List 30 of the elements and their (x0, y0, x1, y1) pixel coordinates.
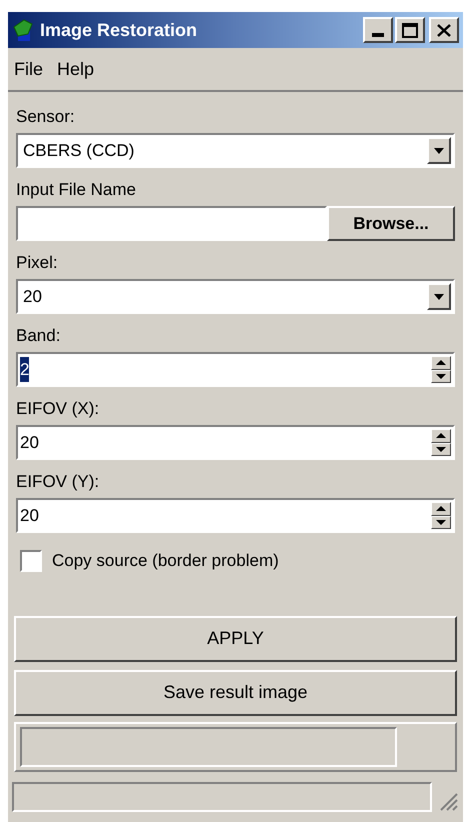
menu-item[interactable]: Help (57, 56, 94, 82)
field-label: EIFOV (X): (16, 399, 100, 419)
maximize-icon (402, 22, 418, 38)
spin-field[interactable]: 2 (16, 352, 455, 387)
minimize-icon (372, 33, 384, 37)
browse-button[interactable]: Browse... (327, 206, 455, 241)
field-label: Pixel: (16, 253, 59, 273)
spinner-arrows-icon[interactable] (431, 356, 451, 383)
spinner-arrows-icon[interactable] (431, 429, 451, 456)
spin-field[interactable]: 20 (16, 498, 455, 533)
minimize-button[interactable] (363, 17, 393, 43)
action-button[interactable]: Save result image (14, 670, 457, 716)
menu-item[interactable]: File (14, 56, 44, 82)
maximize-button[interactable] (395, 17, 425, 43)
field-label: EIFOV (Y): (16, 472, 100, 492)
action-button[interactable]: APPLY (14, 616, 457, 662)
close-icon (437, 24, 451, 36)
dropdown[interactable]: 20 (16, 279, 455, 314)
field-label: Input File Name (16, 180, 137, 200)
checkbox-label: Copy source (border problem) (52, 550, 279, 572)
field-label: Band: (16, 326, 62, 346)
app-icon (12, 18, 34, 42)
field-label: Sensor: (16, 107, 76, 127)
input-field[interactable] (16, 206, 327, 241)
spin-field[interactable]: 20 (16, 425, 455, 460)
window-title: Image Restoration (40, 18, 198, 42)
close-button[interactable] (429, 17, 459, 43)
checkbox[interactable] (20, 550, 42, 572)
spinner-arrows-icon[interactable] (431, 502, 451, 529)
dropdown[interactable]: CBERS (CCD) (16, 133, 455, 168)
